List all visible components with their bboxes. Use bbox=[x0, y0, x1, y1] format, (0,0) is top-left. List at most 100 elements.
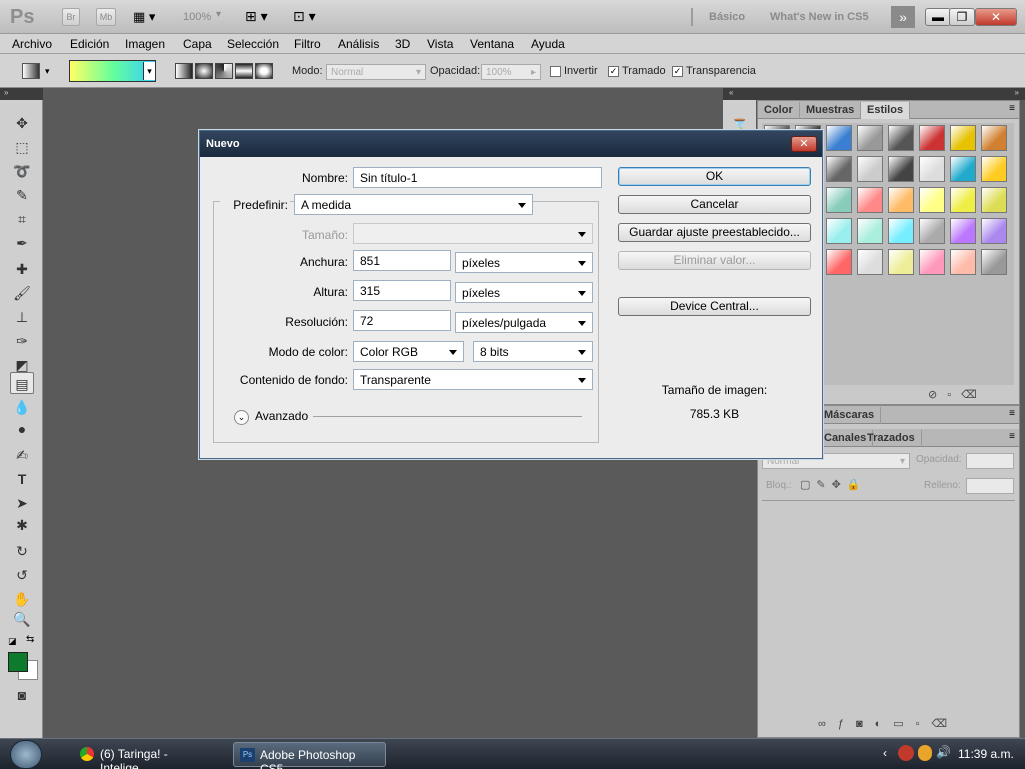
menu-archivo[interactable]: Archivo bbox=[12, 37, 52, 51]
linear-gradient-icon[interactable] bbox=[175, 63, 193, 79]
style-swatch[interactable] bbox=[888, 187, 914, 213]
opacity-input[interactable]: 100% ▸ bbox=[481, 64, 541, 80]
menu-filtro[interactable]: Filtro bbox=[294, 37, 321, 51]
gradient-tool-icon[interactable]: ▤ bbox=[10, 372, 34, 394]
style-swatch[interactable] bbox=[826, 249, 852, 275]
healing-brush-tool-icon[interactable]: ✚ bbox=[10, 258, 34, 280]
workspace-whats-new[interactable]: What's New in CS5 bbox=[770, 11, 869, 23]
style-swatch[interactable] bbox=[981, 156, 1007, 182]
angle-gradient-icon[interactable] bbox=[215, 63, 233, 79]
eyedropper-tool-icon[interactable]: ✒ bbox=[10, 232, 34, 254]
preset-select[interactable]: A medida bbox=[294, 194, 533, 215]
ok-button[interactable]: OK bbox=[618, 167, 811, 186]
lock-icons[interactable]: ▢✎✥🔒 bbox=[800, 478, 867, 491]
style-swatch[interactable] bbox=[950, 218, 976, 244]
close-window-button[interactable]: ✕ bbox=[975, 8, 1017, 26]
panel-menu-icon[interactable]: ≡ bbox=[1009, 431, 1015, 442]
swap-colors-icon[interactable]: ⇆ bbox=[26, 634, 34, 645]
invert-checkbox[interactable] bbox=[550, 66, 561, 77]
screen-mode-icon[interactable]: ⊡ ▾ bbox=[293, 8, 327, 26]
menu-analisis[interactable]: Análisis bbox=[338, 37, 379, 51]
menu-ventana[interactable]: Ventana bbox=[470, 37, 514, 51]
menu-edicion[interactable]: Edición bbox=[70, 37, 109, 51]
style-swatch[interactable] bbox=[857, 156, 883, 182]
show-hidden-icons[interactable]: ‹ bbox=[883, 746, 887, 760]
style-swatch[interactable] bbox=[826, 156, 852, 182]
start-button[interactable] bbox=[10, 740, 42, 769]
brush-tool-icon[interactable]: 🖌 bbox=[10, 282, 34, 304]
style-swatch[interactable] bbox=[888, 125, 914, 151]
dialog-close-button[interactable]: ✕ bbox=[791, 136, 817, 152]
volume-icon[interactable]: 🔊 bbox=[936, 745, 951, 759]
device-central-button[interactable]: Device Central... bbox=[618, 297, 811, 316]
tab-masks[interactable]: Máscaras bbox=[818, 407, 882, 424]
menu-imagen[interactable]: Imagen bbox=[125, 37, 165, 51]
collapse-dock-icon[interactable]: » bbox=[1015, 88, 1019, 97]
transparency-checkbox[interactable]: ✓ bbox=[672, 66, 683, 77]
style-swatch[interactable] bbox=[919, 249, 945, 275]
tab-styles[interactable]: Estilos bbox=[861, 102, 911, 119]
style-swatch[interactable] bbox=[826, 125, 852, 151]
cancel-button[interactable]: Cancelar bbox=[618, 195, 811, 214]
tray-antivirus-icon[interactable] bbox=[898, 745, 914, 761]
menu-ayuda[interactable]: Ayuda bbox=[531, 37, 565, 51]
resolution-input[interactable]: 72 bbox=[353, 310, 451, 331]
radial-gradient-icon[interactable] bbox=[195, 63, 213, 79]
3d-rotate-tool-icon[interactable]: ↻ bbox=[10, 540, 34, 562]
style-swatch[interactable] bbox=[826, 187, 852, 213]
tab-swatches[interactable]: Muestras bbox=[800, 102, 862, 119]
delete-preset-button[interactable]: Eliminar valor... bbox=[618, 251, 811, 270]
gradient-tool-preset-icon[interactable] bbox=[22, 63, 40, 79]
name-input[interactable]: Sin título-1 bbox=[353, 167, 602, 188]
restore-button[interactable]: ❐ bbox=[949, 8, 975, 26]
quick-mask-icon[interactable]: ◙ bbox=[10, 684, 34, 706]
style-swatch[interactable] bbox=[950, 125, 976, 151]
shape-tool-icon[interactable]: ✱ bbox=[10, 514, 34, 536]
taskbar-item-browser[interactable]: (6) Taringa! - Intelige... bbox=[74, 742, 224, 769]
height-unit-select[interactable]: píxeles bbox=[455, 282, 593, 303]
style-swatch[interactable] bbox=[981, 125, 1007, 151]
width-unit-select[interactable]: píxeles bbox=[455, 252, 593, 273]
zoom-dropdown-icon[interactable]: ▾ bbox=[216, 9, 221, 20]
zoom-level[interactable]: 100% bbox=[183, 11, 211, 23]
zoom-tool-icon[interactable]: 🔍 bbox=[10, 608, 34, 630]
style-swatch[interactable] bbox=[919, 125, 945, 151]
type-tool-icon[interactable]: T bbox=[10, 468, 34, 490]
dither-checkbox[interactable]: ✓ bbox=[608, 66, 619, 77]
menu-3d[interactable]: 3D bbox=[395, 37, 410, 51]
workspace-basic[interactable]: Básico bbox=[709, 11, 745, 23]
style-swatch[interactable] bbox=[950, 156, 976, 182]
height-input[interactable]: 315 bbox=[353, 280, 451, 301]
panel-menu-icon[interactable]: ≡ bbox=[1009, 103, 1015, 114]
style-swatch[interactable] bbox=[950, 187, 976, 213]
expand-dock-icon[interactable]: « bbox=[729, 88, 733, 97]
style-swatch[interactable] bbox=[857, 125, 883, 151]
path-selection-tool-icon[interactable]: ➤ bbox=[10, 492, 34, 514]
more-workspaces-icon[interactable]: » bbox=[891, 6, 915, 28]
panel-menu-icon[interactable]: ≡ bbox=[1009, 408, 1015, 419]
menu-capa[interactable]: Capa bbox=[183, 37, 212, 51]
style-swatch[interactable] bbox=[857, 218, 883, 244]
style-swatch[interactable] bbox=[888, 218, 914, 244]
taskbar-item-photoshop[interactable]: Ps Adobe Photoshop CS5... bbox=[233, 742, 386, 769]
style-swatch[interactable] bbox=[888, 249, 914, 275]
gradient-picker-dropdown-icon[interactable]: ▾ bbox=[143, 62, 155, 80]
view-extras-icon[interactable]: ▦ ▾ bbox=[133, 9, 163, 25]
save-preset-button[interactable]: Guardar ajuste preestablecido... bbox=[618, 223, 811, 242]
tab-color[interactable]: Color bbox=[758, 102, 800, 119]
collapse-toolbar-icon[interactable]: » bbox=[0, 88, 43, 100]
foreground-color-swatch[interactable] bbox=[8, 652, 28, 672]
style-swatch[interactable] bbox=[919, 218, 945, 244]
arrange-documents-icon[interactable]: ⊞ ▾ bbox=[245, 8, 277, 26]
history-brush-tool-icon[interactable]: ✑ bbox=[10, 330, 34, 352]
crop-tool-icon[interactable]: ⌗ bbox=[10, 208, 34, 230]
dodge-tool-icon[interactable]: ● bbox=[10, 418, 34, 440]
style-swatch[interactable] bbox=[981, 187, 1007, 213]
style-swatch[interactable] bbox=[919, 187, 945, 213]
pen-tool-icon[interactable]: ✍ bbox=[10, 444, 34, 466]
resolution-unit-select[interactable]: píxeles/pulgada bbox=[455, 312, 593, 333]
style-swatch[interactable] bbox=[919, 156, 945, 182]
diamond-gradient-icon[interactable] bbox=[255, 63, 273, 79]
fill-input[interactable] bbox=[966, 478, 1014, 494]
hand-tool-icon[interactable]: ✋ bbox=[10, 588, 34, 610]
